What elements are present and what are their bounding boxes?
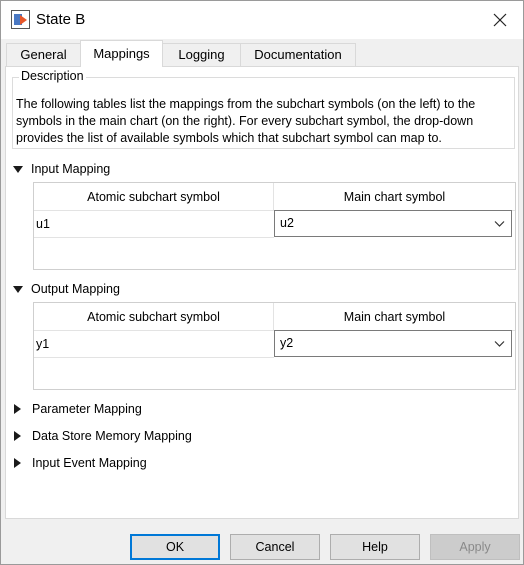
description-text: The following tables list the mappings f… (16, 97, 476, 145)
ok-button[interactable]: OK (130, 534, 220, 560)
title-bar: State B (1, 1, 523, 39)
close-icon (493, 13, 507, 27)
help-button[interactable]: Help (330, 534, 420, 560)
column-header-main: Main chart symbol (343, 310, 446, 324)
tab-documentation[interactable]: Documentation (240, 43, 356, 66)
data-store-memory-mapping-label: Data Store Memory Mapping (32, 429, 192, 443)
tab-mappings[interactable]: Mappings (80, 40, 163, 67)
cancel-button[interactable]: Cancel (230, 534, 320, 560)
input-event-mapping-label: Input Event Mapping (32, 456, 147, 470)
dropdown-value: u2 (280, 216, 294, 230)
state-properties-dialog: State B General Mappings Logging Documen… (0, 0, 524, 565)
parameter-mapping-toggle[interactable]: Parameter Mapping (12, 400, 142, 418)
table-header: Atomic subchart symbol Main chart symbol (34, 183, 515, 211)
data-store-memory-mapping-toggle[interactable]: Data Store Memory Mapping (12, 427, 192, 445)
column-header-main: Main chart symbol (343, 190, 446, 204)
output-mapping-table: Atomic subchart symbol Main chart symbol… (33, 302, 516, 390)
stateflow-state-icon (11, 10, 30, 29)
input-mapping-table: Atomic subchart symbol Main chart symbol… (33, 182, 516, 270)
chevron-down-icon (494, 221, 505, 227)
table-header: Atomic subchart symbol Main chart symbol (34, 303, 515, 331)
dropdown-value: y2 (280, 336, 294, 350)
apply-button[interactable]: Apply (430, 534, 520, 560)
column-header-subchart: Atomic subchart symbol (87, 190, 220, 204)
output-mapping-label: Output Mapping (31, 282, 120, 296)
expanded-triangle-icon (13, 165, 23, 173)
subchart-symbol-cell: u1 (34, 211, 274, 238)
close-button[interactable] (477, 1, 523, 39)
tab-general[interactable]: General (6, 43, 81, 66)
output-mapping-toggle[interactable]: Output Mapping (12, 280, 120, 298)
dialog-button-bar: OK Cancel Help Apply (1, 519, 523, 564)
input-mapping-label: Input Mapping (31, 162, 111, 176)
subchart-symbol-cell: y1 (34, 331, 274, 358)
column-header-subchart: Atomic subchart symbol (87, 310, 220, 324)
description-legend: Description (19, 69, 86, 83)
collapsed-triangle-icon (14, 458, 21, 468)
collapsed-triangle-icon (14, 431, 21, 441)
window-title: State B (36, 11, 86, 28)
main-symbol-dropdown[interactable]: y2 (274, 330, 512, 357)
expanded-triangle-icon (13, 285, 23, 293)
tab-strip: General Mappings Logging Documentation (1, 39, 523, 67)
main-symbol-dropdown[interactable]: u2 (274, 210, 512, 237)
mappings-panel: Description The following tables list th… (5, 66, 519, 519)
input-event-mapping-toggle[interactable]: Input Event Mapping (12, 454, 147, 472)
parameter-mapping-label: Parameter Mapping (32, 402, 142, 416)
collapsed-triangle-icon (14, 404, 21, 414)
description-group: Description The following tables list th… (12, 69, 515, 149)
chevron-down-icon (494, 341, 505, 347)
tab-logging[interactable]: Logging (162, 43, 241, 66)
input-mapping-toggle[interactable]: Input Mapping (12, 160, 110, 178)
